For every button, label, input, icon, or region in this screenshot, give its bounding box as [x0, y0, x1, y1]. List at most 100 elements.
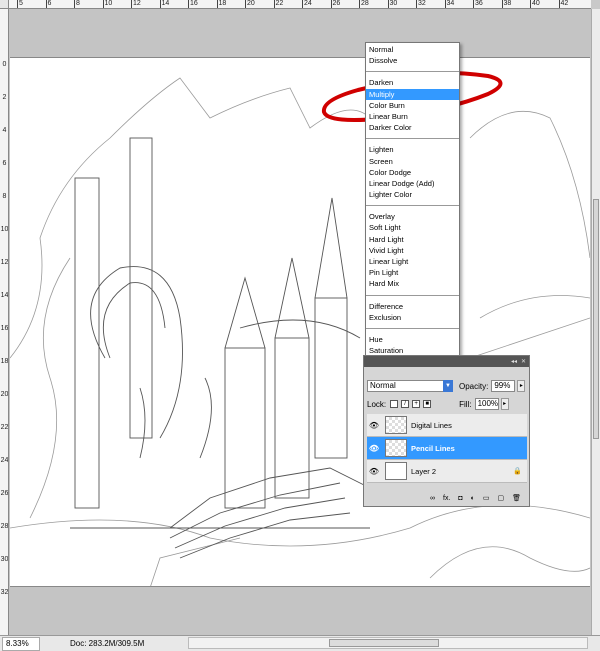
close-icon[interactable]: ✕ — [521, 358, 526, 365]
blend-mode-option-screen[interactable]: Screen — [366, 156, 459, 167]
top-ruler-tick: 36 — [473, 0, 483, 8]
lock-pixels-icon[interactable]: / — [401, 400, 410, 408]
left-ruler-tick: 6 — [2, 160, 7, 167]
layer-row[interactable]: 👁 Pencil Lines — [367, 437, 527, 460]
blend-mode-option-overlay[interactable]: Overlay — [366, 211, 459, 222]
top-ruler-tick: 42 — [558, 0, 569, 8]
blend-mode-option-exclusion[interactable]: Exclusion — [366, 312, 459, 323]
blend-mode-option-hue[interactable]: Hue — [366, 334, 459, 345]
top-ruler-tick: 32 — [416, 0, 426, 8]
left-ruler[interactable]: 0 2 4 6 8 10 12 14 16 18 20 22 24 26 28 30 32 — [0, 9, 9, 635]
left-ruler-tick: 28 — [0, 523, 9, 530]
left-ruler-tick: 20 — [0, 391, 9, 398]
lock-transparency-icon[interactable] — [390, 400, 399, 408]
left-ruler-tick: 16 — [0, 325, 9, 332]
blend-mode-option-linear-dodge-add[interactable]: Linear Dodge (Add) — [366, 178, 459, 189]
blend-mode-option-darker-color[interactable]: Darker Color — [366, 122, 459, 133]
fill-slider-arrow-icon[interactable]: ▸ — [500, 398, 509, 410]
blend-mode-option-linear-light[interactable]: Linear Light — [366, 256, 459, 267]
blend-mode-option-soft-light[interactable]: Soft Light — [366, 222, 459, 233]
layer-row[interactable]: 👁 Digital Lines — [367, 414, 527, 437]
visibility-eye-icon[interactable]: 👁 — [367, 421, 381, 430]
horizontal-scrollbar[interactable] — [188, 637, 588, 649]
layers-panel: ◂◂ ✕ Normal ▼ Opacity: 99% ▸ Lock: / + ■… — [363, 355, 530, 507]
blend-mode-dropdown-menu[interactable]: Normal Dissolve Darken Multiply Color Burn Li… — [365, 42, 460, 380]
left-ruler-tick: 30 — [0, 556, 9, 563]
layer-name[interactable]: Layer 2 — [411, 467, 513, 476]
collapse-icon[interactable]: ◂◂ — [511, 358, 517, 365]
left-ruler-tick: 2 — [2, 94, 7, 101]
top-ruler-tick: 20 — [245, 0, 255, 8]
blend-mode-option-multiply[interactable]: Multiply — [366, 88, 459, 100]
status-bar: 8.33% Doc: 283.2M/309.5M ▸ — [0, 635, 600, 651]
mask-icon[interactable]: ◘ — [458, 495, 462, 502]
menu-separator — [366, 71, 459, 73]
top-ruler-tick: 16 — [188, 0, 198, 8]
top-ruler-tick: 28 — [359, 0, 369, 8]
top-ruler-tick: 24 — [302, 0, 312, 8]
new-layer-icon[interactable]: ▢ — [497, 494, 504, 502]
blend-mode-option-color-burn[interactable]: Color Burn — [366, 100, 459, 111]
left-ruler-tick: 0 — [2, 61, 7, 68]
top-ruler-tick: 30 — [387, 0, 398, 8]
layers-panel-titlebar[interactable]: ◂◂ ✕ — [364, 356, 529, 367]
adjustment-icon[interactable]: ◐ — [471, 495, 475, 502]
layer-thumbnail[interactable] — [385, 462, 407, 480]
blend-mode-option-difference[interactable]: Difference — [366, 301, 459, 312]
blend-mode-option-pin-light[interactable]: Pin Light — [366, 267, 459, 278]
group-icon[interactable]: ▭ — [483, 494, 490, 502]
blend-mode-select[interactable]: Normal ▼ — [367, 380, 453, 392]
top-ruler-tick: 14 — [159, 0, 170, 8]
blend-mode-option-lighter-color[interactable]: Lighter Color — [366, 189, 459, 200]
zoom-level-field[interactable]: 8.33% — [2, 636, 40, 651]
opacity-field[interactable]: 99% — [491, 380, 516, 392]
left-ruler-tick: 10 — [0, 226, 9, 233]
top-ruler-tick: 38 — [501, 0, 512, 8]
lock-all-icon[interactable]: ■ — [423, 400, 432, 408]
fill-field[interactable]: 100% — [474, 398, 499, 410]
blend-mode-option-dissolve[interactable]: Dissolve — [366, 55, 459, 66]
menu-separator — [366, 205, 459, 207]
blend-mode-option-normal[interactable]: Normal — [366, 44, 459, 55]
layer-name[interactable]: Pencil Lines — [411, 444, 513, 453]
layer-thumbnail[interactable] — [385, 416, 407, 434]
vertical-scroll-thumb[interactable] — [593, 199, 599, 439]
left-ruler-tick: 24 — [0, 457, 9, 464]
left-ruler-tick: 18 — [0, 358, 9, 365]
document-canvas[interactable] — [10, 57, 590, 587]
layer-name[interactable]: Digital Lines — [411, 421, 513, 430]
vertical-scrollbar[interactable] — [591, 9, 600, 635]
blend-mode-option-hard-mix[interactable]: Hard Mix — [366, 278, 459, 289]
blend-mode-value: Normal — [370, 381, 396, 390]
blend-mode-option-vivid-light[interactable]: Vivid Light — [366, 245, 459, 256]
left-ruler-tick: 12 — [0, 259, 9, 266]
top-ruler-tick: 26 — [330, 0, 341, 8]
visibility-eye-icon[interactable]: 👁 — [367, 467, 381, 476]
link-icon[interactable]: ∞ — [430, 495, 435, 502]
left-ruler-tick: 14 — [0, 292, 9, 299]
blend-mode-option-color-dodge[interactable]: Color Dodge — [366, 167, 459, 178]
fx-icon[interactable]: fx. — [443, 495, 450, 502]
layer-thumbnail[interactable] — [385, 439, 407, 457]
left-ruler-tick: 22 — [0, 424, 9, 431]
menu-separator — [366, 294, 459, 296]
menu-separator — [366, 138, 459, 140]
blend-mode-option-hard-light[interactable]: Hard Light — [366, 234, 459, 245]
top-ruler[interactable]: 5 6 8 10 12 14 16 18 20 22 24 26 28 30 32 34 36 38 40 42 — [9, 0, 591, 9]
visibility-eye-icon[interactable]: 👁 — [367, 444, 381, 453]
trash-icon[interactable]: 🗑 — [512, 494, 521, 502]
fill-label: Fill: — [459, 399, 472, 409]
blend-mode-option-darken[interactable]: Darken — [366, 77, 459, 88]
castle-sketch-drawing — [10, 77, 590, 586]
layer-row[interactable]: 👁 Layer 2 🔒 — [367, 460, 527, 483]
opacity-label: Opacity: — [459, 381, 489, 391]
lock-position-icon[interactable]: + — [412, 400, 421, 408]
blend-mode-option-lighten[interactable]: Lighten — [366, 144, 459, 155]
opacity-slider-arrow-icon[interactable]: ▸ — [517, 380, 526, 392]
horizontal-scroll-thumb[interactable] — [329, 639, 439, 647]
blend-mode-option-linear-burn[interactable]: Linear Burn — [366, 111, 459, 122]
chevron-down-icon[interactable]: ▼ — [443, 380, 453, 392]
top-ruler-tick: 12 — [131, 0, 141, 8]
document-size[interactable]: Doc: 283.2M/309.5M — [70, 639, 200, 648]
top-ruler-tick: 8 — [74, 0, 80, 8]
